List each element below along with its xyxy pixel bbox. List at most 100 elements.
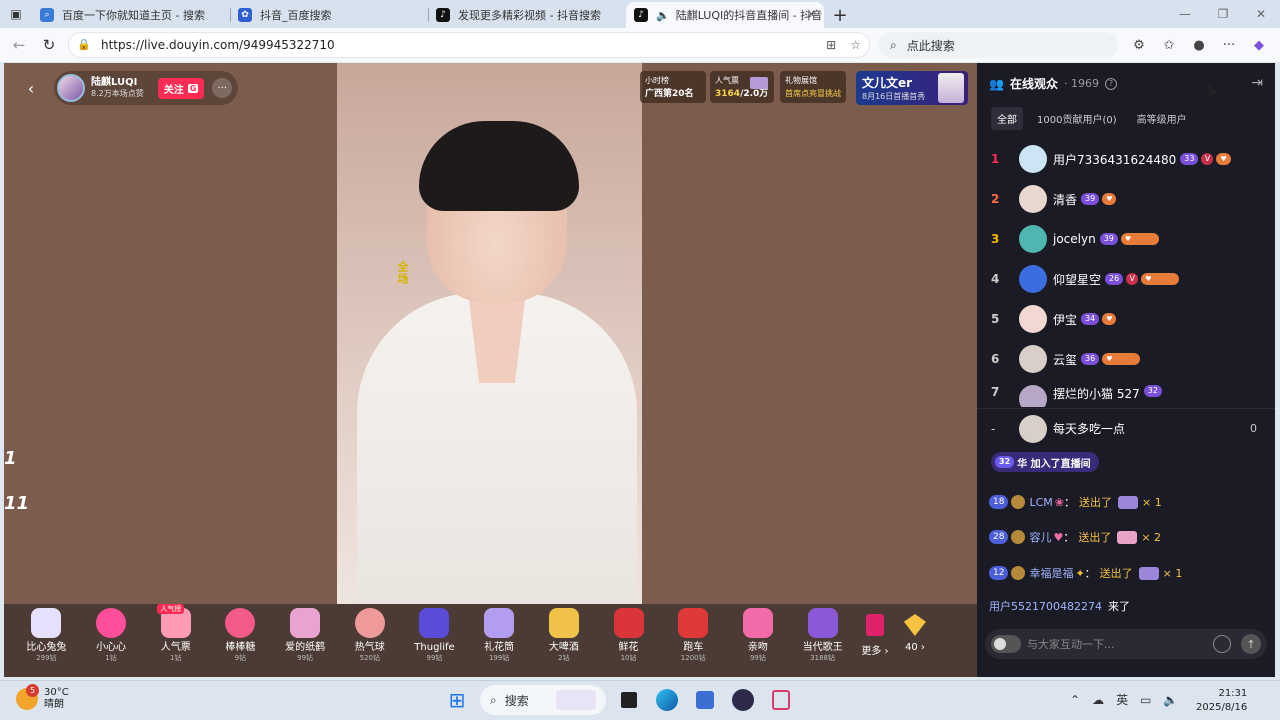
level-badge: 33 — [1180, 153, 1199, 165]
gift-item[interactable]: 比心兔兔 299钻 — [14, 608, 79, 663]
live-video-area[interactable]: 全场 ‹ 陆麒LUQI 8.2万本场点赞 关注 G ··· 小时榜 广西第20名… — [4, 63, 977, 677]
speaker-icon[interactable]: 🔈 — [656, 9, 670, 22]
refresh-icon[interactable]: ↻ — [34, 30, 64, 60]
gift-item[interactable]: Thuglife 99钻 — [402, 608, 467, 663]
menu-icon[interactable]: ··· — [1218, 32, 1240, 58]
browser-tab-1[interactable]: ⌕ 百度一下你就知道主页 - 搜索 — [32, 2, 230, 28]
level-badge: 18 — [989, 495, 1009, 509]
popularity-card[interactable]: 人气票 3164/2.0万 — [710, 71, 774, 103]
viewer-avatar — [1019, 185, 1047, 213]
back-icon[interactable]: ← — [4, 30, 34, 60]
anchor-avatar[interactable] — [57, 74, 85, 102]
tab-actions-icon[interactable]: ▣ — [0, 0, 32, 28]
maximize-icon[interactable]: ❐ — [1204, 0, 1242, 28]
taskbar-search[interactable]: ⌕ 搜索 — [480, 685, 606, 715]
sender-name[interactable]: 容儿 — [1029, 529, 1051, 545]
viewer-row[interactable]: 4 仰望星空 26 V ♥ — [977, 259, 1267, 299]
more-gifts-button[interactable]: 更多 › — [855, 608, 895, 657]
collapse-panel-icon[interactable]: ⇥ — [1251, 75, 1263, 91]
sender-name[interactable]: 幸福是福 — [1029, 565, 1073, 581]
app-icon[interactable] — [728, 685, 758, 715]
gift-action: 送出了 — [1099, 567, 1133, 580]
close-window-icon[interactable]: ✕ — [1242, 0, 1280, 28]
app-view-icon[interactable]: ⊞ — [826, 38, 836, 52]
video-stage — [337, 63, 642, 604]
browser-tab-2[interactable]: ✿ 抖音_百度搜索 — [230, 2, 428, 28]
douyin-icon: ♪ — [436, 8, 450, 22]
gift-item[interactable]: 跑车 1200钻 — [661, 608, 726, 663]
viewer-row[interactable]: 6 云玺 36 ♥ — [977, 339, 1267, 379]
tab-title: 陆麒LUQI的抖音直播间 - 抖音 — [675, 9, 823, 22]
url-bar[interactable]: 🔒 https://live.douyin.com/949945322710 ⊞… — [68, 32, 870, 58]
more-options-button[interactable]: ··· — [212, 78, 233, 98]
network-icon[interactable]: ▭ — [1140, 693, 1151, 707]
gift-item[interactable]: 亲吻 99钻 — [726, 608, 791, 663]
anchor-info[interactable]: 陆麒LUQI 8.2万本场点赞 关注 G ··· — [54, 71, 239, 105]
my-viewer-row: - 每天多吃一点 0 — [977, 408, 1275, 448]
fan-badge-icon: ♥ — [1102, 193, 1117, 205]
new-tab-button[interactable]: + — [824, 2, 856, 28]
tab-title: 发现更多精彩视频 - 抖音搜索 — [458, 9, 601, 22]
favorite-star-icon[interactable]: ☆ — [850, 38, 861, 52]
store-icon[interactable] — [690, 685, 720, 715]
help-icon[interactable]: ? — [1104, 77, 1117, 90]
browser-tab-4[interactable]: ♪ 🔈 陆麒LUQI的抖音直播间 - 抖音 ✕ — [626, 2, 824, 28]
gift-item[interactable]: 当代歌王 3188钻 — [790, 608, 855, 663]
level-badge: 36 — [1081, 353, 1100, 365]
browser-tab-3[interactable]: ♪ 发现更多精彩视频 - 抖音搜索 — [428, 2, 626, 28]
diamond-balance[interactable]: 40 › — [895, 608, 935, 653]
danmaku-toggle[interactable] — [991, 635, 1021, 653]
close-tab-icon[interactable]: ✕ — [807, 8, 816, 21]
viewer-row[interactable]: 2 清香 39 ♥ — [977, 179, 1267, 219]
gift-item[interactable]: 礼花筒 199钻 — [467, 608, 532, 663]
task-view-icon[interactable] — [614, 685, 644, 715]
viewer-row[interactable]: 7 摆烂的小猫 527 32 — [977, 379, 1267, 407]
gift-message: 12 幸福是福 ✦： 送出了 × 1 — [989, 565, 1182, 581]
snipping-tool-icon[interactable] — [766, 685, 796, 715]
ime-indicator[interactable]: 英 — [1116, 691, 1128, 708]
fan-banner[interactable]: 文儿文er 8月16日首播首秀 — [856, 71, 968, 105]
favorites-icon[interactable]: ✩ — [1158, 32, 1180, 58]
entry-user-name[interactable]: 用户5521700482274 — [989, 598, 1102, 614]
weather-widget[interactable]: 5 30°C 晴朗 — [16, 684, 69, 711]
extensions-icon[interactable]: ⚙ — [1128, 32, 1150, 58]
baidu-paw-icon: ✿ — [238, 8, 252, 22]
gift-hall-card[interactable]: 礼物展馆 首席点亮冒挑战 — [780, 71, 846, 103]
gift-item[interactable]: 热气球 520钻 — [337, 608, 402, 663]
overlay-vertical-text: 全场 — [396, 261, 409, 285]
level-badge: 39 — [1099, 233, 1118, 245]
viewer-row[interactable]: 3 jocelyn 39 ♥ — [977, 219, 1267, 259]
filter-all[interactable]: 全部 — [991, 107, 1023, 130]
search-icon: ⌕ — [40, 8, 54, 22]
emoji-icon[interactable] — [1213, 635, 1231, 653]
filter-high-level[interactable]: 高等级用户 — [1131, 107, 1193, 130]
hour-rank-card[interactable]: 小时榜 广西第20名 — [640, 71, 706, 103]
chat-input[interactable]: 与大家互动一下... ↑ — [985, 629, 1267, 659]
windows-start-icon[interactable]: ⊞ — [442, 685, 472, 715]
clock[interactable]: 21:31 2025/8/16 — [1196, 687, 1247, 715]
viewer-row[interactable]: 1 用户7336431624480 33 V ♥ — [977, 139, 1267, 179]
filter-contributors[interactable]: 1000贡献用户(0) — [1031, 107, 1123, 130]
back-arrow-icon[interactable]: ‹ — [16, 71, 46, 105]
edge-browser-icon[interactable] — [652, 685, 682, 715]
gift-price: 99钻 — [749, 654, 766, 662]
volume-icon[interactable]: 🔈 — [1163, 693, 1178, 707]
viewer-row[interactable]: 5 伊宝 34 ♥ — [977, 299, 1267, 339]
minimize-icon[interactable]: — — [1166, 0, 1204, 28]
gift-item[interactable]: 爱的纸鹤 99钻 — [273, 608, 338, 663]
gift-item[interactable]: 小心心 1钻 — [79, 608, 144, 663]
viewer-avatar — [1019, 305, 1047, 333]
gift-item[interactable]: 棒棒糖 9钻 — [208, 608, 273, 663]
onedrive-icon[interactable]: ☁ — [1092, 693, 1104, 707]
sender-name[interactable]: LCM — [1029, 496, 1052, 509]
send-icon[interactable]: ↑ — [1241, 634, 1261, 654]
tray-overflow-icon[interactable]: ⌃ — [1070, 693, 1080, 707]
gift-item[interactable]: 鲜花 10钻 — [596, 608, 661, 663]
follow-button[interactable]: 关注 G — [157, 77, 205, 99]
browser-search-box[interactable]: ⌕ 点此搜索 — [878, 32, 1118, 58]
fan-badge-icon — [1011, 530, 1026, 544]
gift-item[interactable]: 大啤酒 2钻 — [532, 608, 597, 663]
copilot-icon[interactable]: ◆ — [1248, 32, 1270, 58]
profile-icon[interactable]: ● — [1188, 32, 1210, 58]
gift-item[interactable]: 人气榜 人气票 1钻 — [143, 604, 208, 663]
